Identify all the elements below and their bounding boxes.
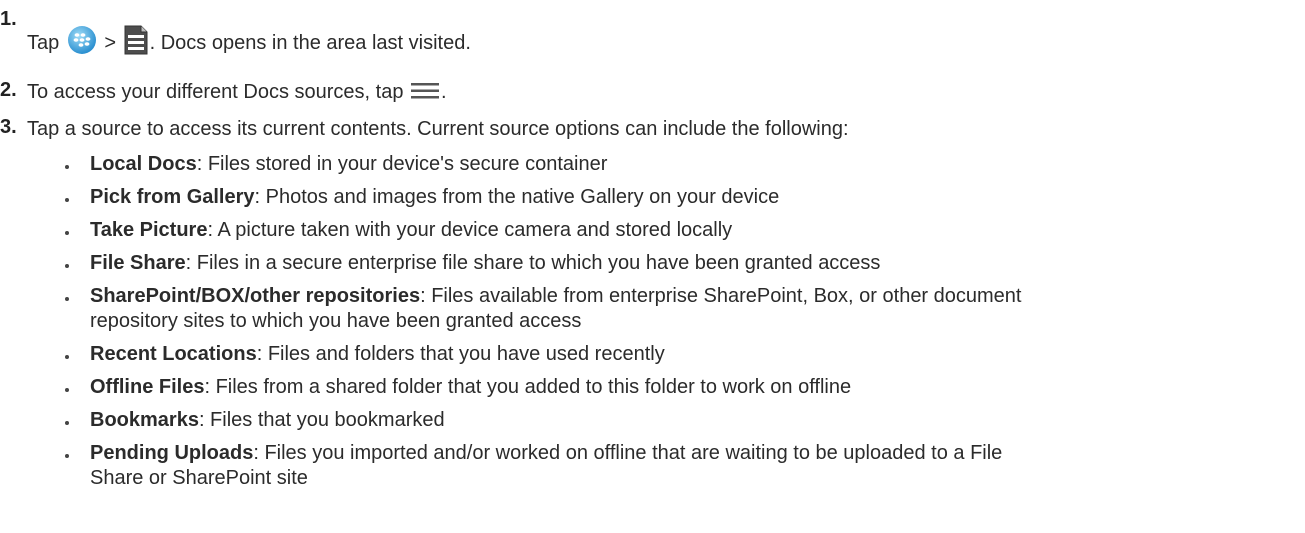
bullet-icon	[65, 355, 69, 359]
menu-icon[interactable]	[411, 82, 440, 106]
source-description-continued: Share or SharePoint site	[90, 467, 308, 489]
step-text-part: Tap	[27, 32, 60, 54]
source-description: : Files and folders that you have used r…	[256, 343, 665, 365]
source-description: : Files from a shared folder that you ad…	[204, 376, 852, 398]
source-name: Take Picture	[90, 219, 208, 241]
step-text-part: >	[104, 32, 117, 54]
bullet-icon	[65, 231, 69, 235]
source-name: Recent Locations	[90, 343, 257, 365]
source-description: : Files that you bookmarked	[198, 409, 445, 431]
docs-file-icon[interactable]	[124, 25, 148, 61]
step-text-part: .	[441, 81, 447, 103]
step-number: 3.	[0, 116, 17, 138]
source-name: SharePoint/BOX/other repositories	[90, 285, 421, 307]
source-name: Offline Files	[90, 376, 205, 398]
source-description: : Files in a secure enterprise file shar…	[185, 252, 881, 274]
bullet-icon	[65, 388, 69, 392]
step-text-part: To access your different Docs sources, t…	[27, 81, 404, 103]
bullet-icon	[65, 421, 69, 425]
source-description: : Files available from enterprise ShareP…	[420, 285, 1022, 307]
bullet-icon	[65, 264, 69, 268]
source-description: : A picture taken with your device camer…	[207, 219, 733, 241]
document-body: 1. Tap > . Docs opens in the area last v…	[0, 0, 1305, 533]
source-description: : Files stored in your device's secure c…	[196, 153, 608, 175]
step-text: Tap a source to access its current conte…	[27, 118, 849, 140]
source-name: File Share	[90, 252, 186, 274]
step-text: To access your different Docs sources, t…	[27, 81, 447, 106]
source-name: Pending Uploads	[90, 442, 254, 464]
source-name: Pick from Gallery	[90, 186, 255, 208]
step-number: 1.	[0, 8, 17, 30]
source-name: Local Docs	[90, 153, 197, 175]
bullet-icon	[65, 297, 69, 301]
step-number: 2.	[0, 79, 17, 101]
source-name: Bookmarks	[90, 409, 199, 431]
bullet-icon	[65, 454, 69, 458]
step-text-part: . Docs opens in the area last visited.	[149, 32, 471, 54]
blackberry-dynamics-icon[interactable]	[67, 25, 97, 61]
source-description-continued: repository sites to which you have been …	[90, 310, 582, 332]
bullet-icon	[65, 165, 69, 169]
source-description: : Photos and images from the native Gall…	[254, 186, 780, 208]
step-text: Tap > . Docs opens in the area last visi…	[27, 25, 471, 61]
bullet-icon	[65, 198, 69, 202]
source-description: : Files you imported and/or worked on of…	[253, 442, 1003, 464]
